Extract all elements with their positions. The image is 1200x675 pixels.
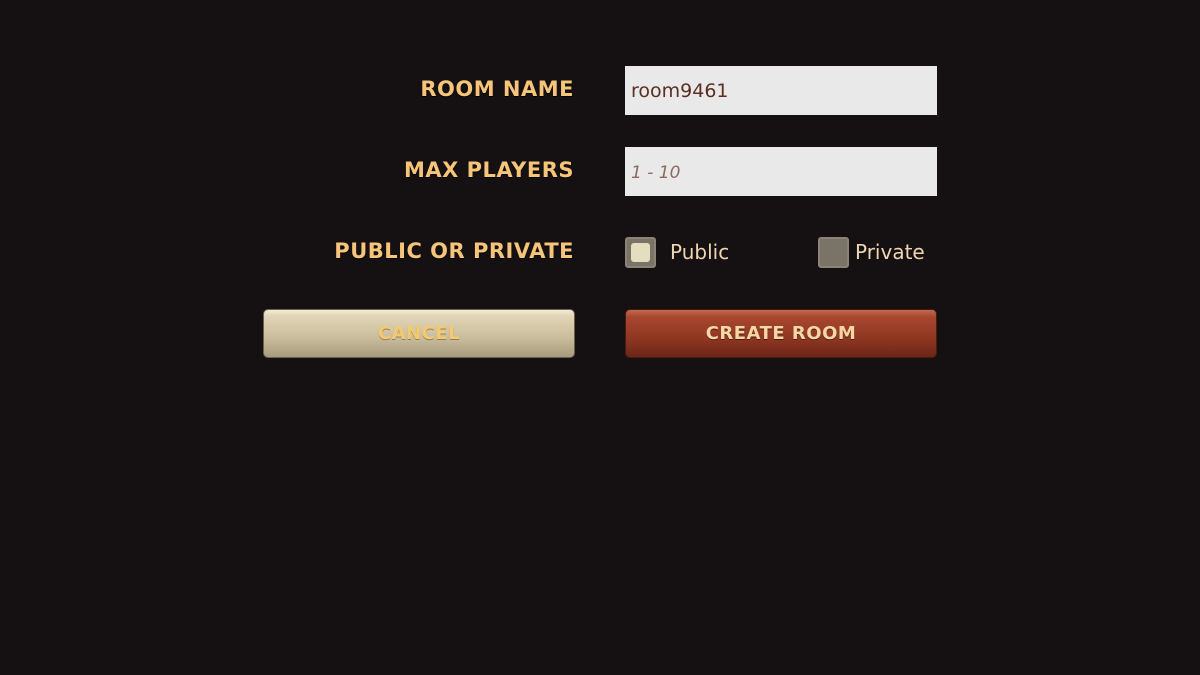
public-checkbox[interactable] — [625, 237, 656, 268]
room-name-input[interactable] — [625, 66, 937, 115]
visibility-label: PUBLIC OR PRIVATE — [334, 239, 574, 263]
private-checkbox[interactable] — [818, 237, 849, 268]
create-room-button[interactable]: CREATE ROOM — [625, 309, 937, 358]
room-name-label: ROOM NAME — [420, 77, 574, 101]
max-players-input[interactable] — [625, 147, 937, 196]
private-checkbox-label[interactable]: Private — [855, 238, 925, 266]
create-room-screen: ROOM NAME MAX PLAYERS PUBLIC OR PRIVATE … — [0, 0, 1200, 675]
max-players-label: MAX PLAYERS — [403, 158, 574, 182]
public-checkbox-label[interactable]: Public — [670, 238, 729, 266]
cancel-button[interactable]: CANCEL — [263, 309, 575, 358]
